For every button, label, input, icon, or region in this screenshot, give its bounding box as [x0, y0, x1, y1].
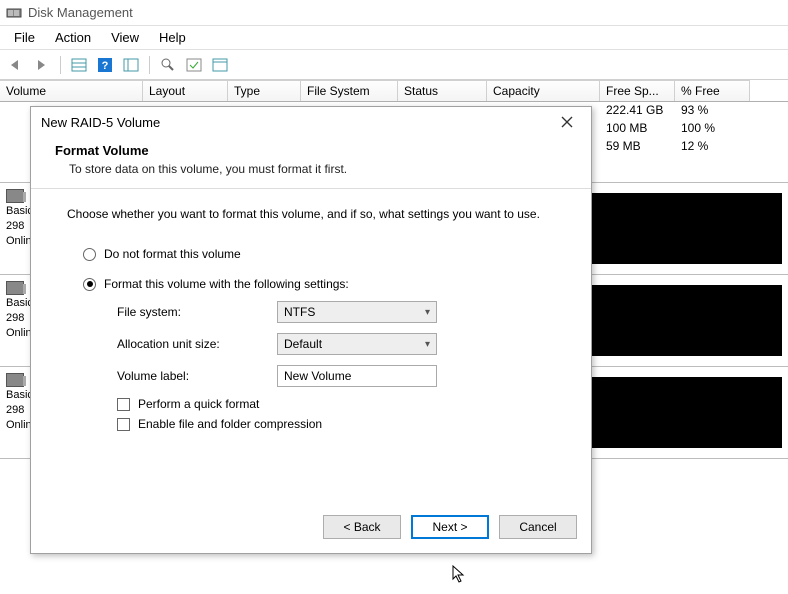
- wizard-subheading: To store data on this volume, you must f…: [55, 162, 567, 176]
- checkbox-quick-format[interactable]: Perform a quick format: [117, 397, 555, 411]
- props-icon[interactable]: [208, 54, 232, 76]
- volume-label-input[interactable]: New Volume: [277, 365, 437, 387]
- checkbox-label: Enable file and folder compression: [138, 417, 322, 431]
- new-raid5-volume-dialog: New RAID-5 Volume Format Volume To store…: [30, 106, 592, 554]
- close-button[interactable]: [553, 112, 581, 132]
- forward-icon[interactable]: [30, 54, 54, 76]
- dialog-titlebar: New RAID-5 Volume: [31, 107, 591, 137]
- app-title: Disk Management: [28, 5, 133, 20]
- wizard-instruction: Choose whether you want to format this v…: [67, 207, 555, 221]
- allocation-unit-size-value: Default: [284, 337, 322, 351]
- cell-free-space: 100 MB: [600, 120, 675, 138]
- radio-label: Do not format this volume: [104, 247, 241, 261]
- cancel-button[interactable]: Cancel: [499, 515, 577, 539]
- menu-action[interactable]: Action: [45, 27, 101, 48]
- disk-icon: [6, 373, 24, 387]
- wizard-button-row: < Back Next > Cancel: [323, 515, 577, 539]
- col-status[interactable]: Status: [398, 80, 487, 101]
- checkbox-label: Perform a quick format: [138, 397, 259, 411]
- next-button[interactable]: Next >: [411, 515, 489, 539]
- col-free-space[interactable]: Free Sp...: [600, 80, 675, 101]
- col-file-system[interactable]: File System: [301, 80, 398, 101]
- list-icon[interactable]: [119, 54, 143, 76]
- chevron-down-icon: ▾: [425, 339, 430, 350]
- volume-grid-header: Volume Layout Type File System Status Ca…: [0, 80, 788, 102]
- search-icon[interactable]: [156, 54, 180, 76]
- back-button[interactable]: < Back: [323, 515, 401, 539]
- col-layout[interactable]: Layout: [143, 80, 228, 101]
- checkbox-enable-compression[interactable]: Enable file and folder compression: [117, 417, 555, 431]
- menu-view[interactable]: View: [101, 27, 149, 48]
- dialog-title: New RAID-5 Volume: [41, 115, 160, 130]
- col-capacity[interactable]: Capacity: [487, 80, 600, 101]
- disk-type: Basic: [6, 205, 33, 217]
- wizard-body: Choose whether you want to format this v…: [31, 189, 591, 431]
- menu-help[interactable]: Help: [149, 27, 196, 48]
- disk-size: 298: [6, 220, 24, 232]
- cell-pct-free: 93 %: [675, 102, 750, 120]
- allocation-unit-size-select[interactable]: Default ▾: [277, 333, 437, 355]
- disk-icon: [6, 281, 24, 295]
- menubar: File Action View Help: [0, 26, 788, 50]
- cell-pct-free: 100 %: [675, 120, 750, 138]
- chevron-down-icon: ▾: [425, 307, 430, 318]
- cell-free-space: 59 MB: [600, 138, 675, 156]
- label-file-system: File system:: [117, 305, 277, 319]
- disk-icon: [6, 189, 24, 203]
- menu-file[interactable]: File: [4, 27, 45, 48]
- volume-label-value: New Volume: [284, 369, 351, 383]
- radio-format-with-settings[interactable]: Format this volume with the following se…: [83, 277, 555, 291]
- radio-do-not-format[interactable]: Do not format this volume: [83, 247, 555, 261]
- wizard-heading: Format Volume: [55, 143, 567, 158]
- cursor-icon: [452, 565, 466, 583]
- checkbox-icon: [117, 418, 130, 431]
- back-icon[interactable]: [4, 54, 28, 76]
- cell-free-space: 222.41 GB: [600, 102, 675, 120]
- app-icon: [6, 5, 22, 21]
- disk-size: 298: [6, 312, 24, 324]
- col-volume[interactable]: Volume: [0, 80, 143, 101]
- disk-type: Basic: [6, 297, 33, 309]
- toolbar: ?: [0, 50, 788, 80]
- radio-icon: [83, 278, 96, 291]
- label-volume-label: Volume label:: [117, 369, 277, 383]
- col-type[interactable]: Type: [228, 80, 301, 101]
- wizard-header: Format Volume To store data on this volu…: [31, 137, 591, 189]
- grid-icon[interactable]: [67, 54, 91, 76]
- file-system-select[interactable]: NTFS ▾: [277, 301, 437, 323]
- check-icon[interactable]: [182, 54, 206, 76]
- titlebar: Disk Management: [0, 0, 788, 26]
- svg-text:?: ?: [102, 60, 109, 72]
- label-allocation-unit-size: Allocation unit size:: [117, 337, 277, 351]
- radio-label: Format this volume with the following se…: [104, 277, 349, 291]
- disk-size: 298: [6, 404, 24, 416]
- disk-type: Basic: [6, 389, 33, 401]
- col-pct-free[interactable]: % Free: [675, 80, 750, 101]
- cell-pct-free: 12 %: [675, 138, 750, 156]
- checkbox-icon: [117, 398, 130, 411]
- file-system-value: NTFS: [284, 305, 315, 319]
- radio-icon: [83, 248, 96, 261]
- help-icon[interactable]: ?: [93, 54, 117, 76]
